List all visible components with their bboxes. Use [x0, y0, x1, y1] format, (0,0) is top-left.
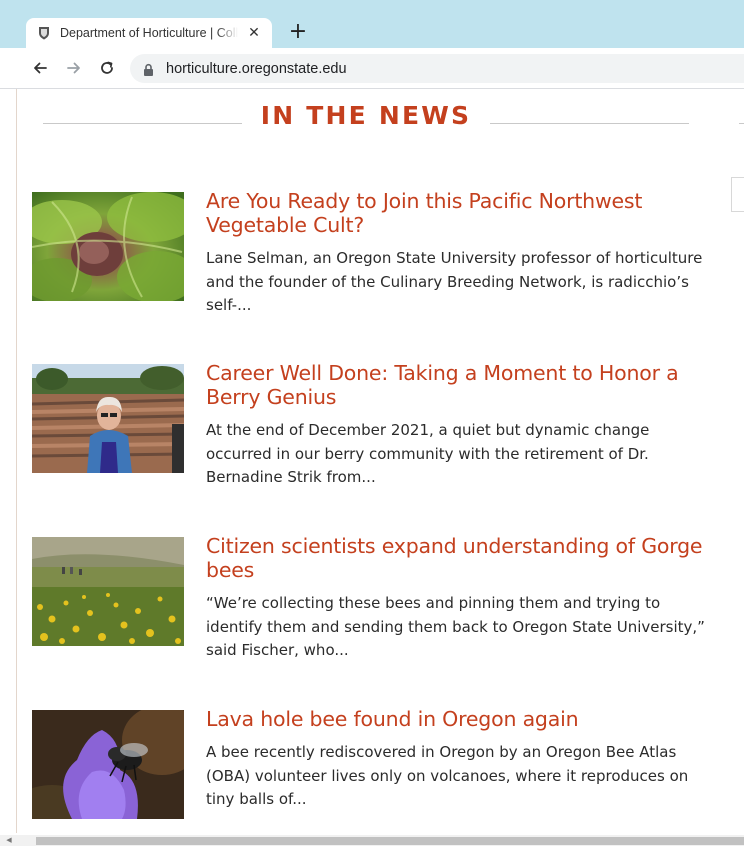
url-text[interactable]: horticulture.oregonstate.edu	[166, 61, 347, 77]
story-headline-link[interactable]: Citizen scientists expand understanding …	[206, 534, 716, 582]
close-tab-icon[interactable]: ✕	[246, 25, 262, 41]
story-headline-link[interactable]: Are You Ready to Join this Pacific North…	[206, 189, 716, 237]
scrollbar-thumb[interactable]	[36, 837, 744, 845]
address-bar[interactable]: horticulture.oregonstate.edu	[130, 54, 744, 83]
horizontal-scrollbar[interactable]: ◀	[0, 835, 744, 846]
page-left-border	[16, 89, 17, 833]
browser-tab-strip: Department of Horticulture | College of …	[0, 0, 744, 55]
scroll-left-icon[interactable]: ◀	[4, 835, 14, 846]
story-headline-link[interactable]: Lava hole bee found in Oregon again	[206, 707, 716, 731]
new-tab-button[interactable]: +	[287, 18, 309, 48]
header-rule-right	[490, 123, 689, 124]
story-summary: Lane Selman, an Oregon State University …	[206, 249, 703, 314]
story-summary: At the end of December 2021, a quiet but…	[206, 421, 650, 486]
adjacent-column-box	[731, 177, 744, 212]
story-summary: A bee recently rediscovered in Oregon by…	[206, 743, 689, 808]
page-viewport: IN THE NEWS Are You Ready to Join this P…	[0, 89, 744, 835]
tab-title: Department of Horticulture | College of …	[60, 26, 238, 40]
adjacent-header-rule	[739, 123, 744, 124]
browser-tab[interactable]: Department of Horticulture | College of …	[26, 18, 272, 48]
researcher-in-berry-field-photo[interactable]	[32, 364, 184, 473]
lock-icon[interactable]	[143, 62, 155, 76]
wildflower-meadow-photo[interactable]	[32, 537, 184, 646]
story-headline-link[interactable]: Career Well Done: Taking a Moment to Hon…	[206, 361, 716, 409]
bee-on-purple-flower-photo[interactable]	[32, 710, 184, 819]
reload-icon[interactable]	[95, 56, 119, 80]
section-title: IN THE NEWS	[260, 101, 472, 130]
browser-toolbar: horticulture.oregonstate.edu	[0, 48, 744, 89]
header-rule-left	[43, 123, 242, 124]
osu-shield-icon	[37, 26, 51, 40]
radicchio-lettuce-photo[interactable]	[32, 192, 184, 301]
back-arrow-icon[interactable]	[28, 56, 52, 80]
forward-arrow-icon[interactable]	[62, 56, 86, 80]
news-section-header: IN THE NEWS	[0, 89, 744, 149]
story-summary: “We’re collecting these bees and pinning…	[206, 594, 705, 659]
